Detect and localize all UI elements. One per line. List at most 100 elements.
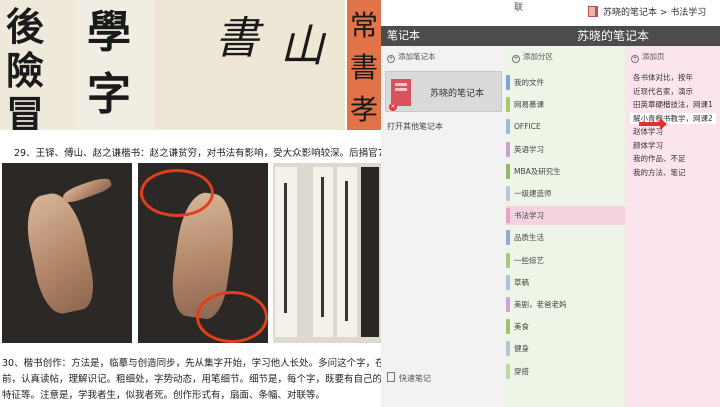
- calligraphy-char: 冒: [6, 92, 45, 130]
- caption-29: 29、王铎、傅山、赵之谦楷书：赵之谦贫穷，对书法有影响，受大众影响较深。后捐官7…: [14, 148, 403, 159]
- section-tab[interactable]: 网易慕课: [506, 95, 625, 114]
- calligraphy-image-3: 書 山: [155, 0, 345, 130]
- clipped-text: 联: [514, 3, 524, 13]
- section-color-tab: [506, 163, 510, 179]
- add-page-label: 添加页: [642, 52, 665, 61]
- figurine-photo-1: [2, 163, 132, 343]
- page-item[interactable]: 我的方法、笔记: [633, 167, 686, 178]
- section-color-tab: [506, 208, 510, 224]
- section-color-tab: [506, 297, 510, 312]
- plus-icon: +: [631, 55, 639, 63]
- section-label: OFFICE: [514, 122, 541, 132]
- ink-stroke: [284, 183, 287, 313]
- notebooks-header: 笔记本: [381, 26, 506, 46]
- plus-icon: +: [512, 55, 520, 63]
- section-label: 一级建造师: [514, 189, 552, 198]
- section-tab[interactable]: 一级建造师: [506, 184, 625, 203]
- section-tab[interactable]: 英语学习: [506, 140, 625, 159]
- plus-icon: +: [387, 55, 395, 63]
- section-tab[interactable]: 美食: [506, 317, 625, 336]
- section-color-tab: [506, 75, 510, 90]
- section-tab[interactable]: 健身: [506, 339, 625, 358]
- page-item[interactable]: 各书体对比，按年: [633, 72, 693, 83]
- calligraphy-char: 書: [215, 13, 259, 64]
- section-color-tab: [506, 363, 510, 379]
- calligraphy-char: 學: [87, 7, 131, 58]
- section-color-tab: [506, 141, 510, 157]
- add-section-label: 添加分区: [523, 52, 553, 61]
- calligraphy-char: 字: [87, 69, 131, 120]
- section-tab[interactable]: 我的文件: [506, 73, 625, 92]
- section-tab[interactable]: 书法学习: [506, 206, 625, 226]
- calligraphy-image-2: 學 字: [75, 0, 155, 130]
- section-label: 美食: [514, 322, 529, 332]
- calligraphy-scroll-photo: [273, 163, 381, 343]
- page-item[interactable]: 赵体学习: [633, 126, 663, 137]
- section-label: 书法学习: [514, 211, 544, 221]
- add-page-button[interactable]: + 添加页: [631, 51, 665, 63]
- breadcrumb[interactable]: 苏晓的笔记本 > 书法学习: [588, 5, 706, 18]
- page-item[interactable]: 我的作品、不足: [633, 153, 686, 164]
- quick-notes-label: 快速笔记: [399, 374, 431, 383]
- calligraphy-char: 山: [280, 21, 324, 72]
- page-item[interactable]: 颜体学习: [633, 140, 663, 151]
- open-other-notebooks-link[interactable]: 打开其他笔记本: [387, 121, 443, 132]
- paragraph-30-line-3: 特征等。注意是，学我者生，似我者死。创作形式有，扇面、条幅、对联等。: [2, 390, 326, 401]
- section-tab[interactable]: 品质生活: [506, 228, 625, 247]
- figurine: [20, 188, 99, 318]
- quick-notes-button[interactable]: 快速笔记: [387, 372, 431, 384]
- add-notebook-button[interactable]: + 添加笔记本: [387, 51, 436, 63]
- onenote-panel: 联 苏晓的笔记本 > 书法学习 笔记本 苏晓的笔记本 + 添加笔记本 ✕ 苏晓的笔…: [381, 0, 720, 407]
- title-strip: 苏晓的笔记本 > 书法学习: [588, 0, 720, 27]
- notebook-icon: [588, 6, 598, 17]
- highlight-circle: [140, 169, 214, 217]
- notebook-title: 苏晓的笔记本: [506, 26, 720, 46]
- add-section-button[interactable]: + 添加分区: [512, 51, 553, 63]
- calligraphy-image-1: 後 險 冒: [0, 0, 75, 130]
- section-tab[interactable]: 美剧，老爸老妈: [506, 295, 625, 314]
- figurine-photo-2: [138, 163, 268, 343]
- paragraph-30-line-2: 前，认真读帖，理解识记。粗细处，字势动态，用笔细节。细节是，每个字，既要有自己的…: [2, 374, 402, 385]
- pages-column: + 添加页 各书体对比，按年 近现代名家，演示 田英章硬楷技法，网课1 解小青楷书教学，…: [625, 46, 720, 407]
- paragraph-30-line-1: 30、楷书创作：方法是，临摹与创造同步，先从集字开始，学习他人长处。多问这个字，…: [2, 358, 404, 369]
- section-tab[interactable]: 一些综艺: [506, 251, 625, 270]
- section-label: 品质生活: [514, 233, 544, 243]
- section-color-tab: [506, 186, 510, 201]
- add-notebook-label: 添加笔记本: [398, 52, 436, 61]
- breadcrumb-text: 苏晓的笔记本 > 书法学习: [603, 8, 707, 18]
- figurine-arm: [61, 174, 113, 206]
- sections-column: + 添加分区 我的文件网易慕课 OFFICE 英语学习 MBA及研究生 一级建造师书法学习…: [506, 46, 625, 407]
- section-label: 美剧，老爸老妈: [514, 300, 567, 309]
- section-tab[interactable]: 草稿: [506, 273, 625, 292]
- red-arrow-annotation: [639, 118, 667, 130]
- calligraphy-char: 書: [350, 51, 379, 84]
- sync-error-icon: ✕: [389, 103, 397, 111]
- section-color-tab: [506, 97, 510, 113]
- notebook-name: 苏晓的笔记本: [430, 89, 485, 99]
- ink-stroke: [321, 177, 324, 317]
- section-label: 健身: [514, 344, 529, 354]
- section-label: 英语学习: [514, 144, 544, 154]
- section-color-tab: [506, 274, 510, 290]
- highlight-circle: [196, 291, 268, 343]
- section-color-tab: [506, 119, 510, 135]
- section-label: 网易慕课: [514, 100, 544, 110]
- section-color-tab: [506, 341, 510, 357]
- calligraphy-char: 孝: [350, 93, 379, 126]
- notebook-item[interactable]: ✕ 苏晓的笔记本: [385, 71, 502, 112]
- section-tab[interactable]: 穿搭: [506, 362, 625, 381]
- calligraphy-image-4: 常 書 孝: [347, 0, 381, 130]
- section-color-tab: [506, 252, 510, 268]
- section-label: MBA及研究生: [514, 166, 561, 176]
- section-label: 我的文件: [514, 78, 544, 87]
- section-color-tab: [506, 230, 510, 246]
- notebook-cover-icon: [391, 79, 411, 106]
- section-tab[interactable]: MBA及研究生: [506, 162, 625, 181]
- section-tab[interactable]: OFFICE: [506, 117, 625, 136]
- ink-stroke: [345, 181, 348, 321]
- section-label: 草稿: [514, 277, 529, 287]
- section-color-tab: [506, 319, 510, 335]
- page-item[interactable]: 近现代名家，演示: [633, 86, 693, 97]
- calligraphy-char: 常: [350, 9, 379, 42]
- page-item[interactable]: 田英章硬楷技法，网课1: [633, 99, 713, 110]
